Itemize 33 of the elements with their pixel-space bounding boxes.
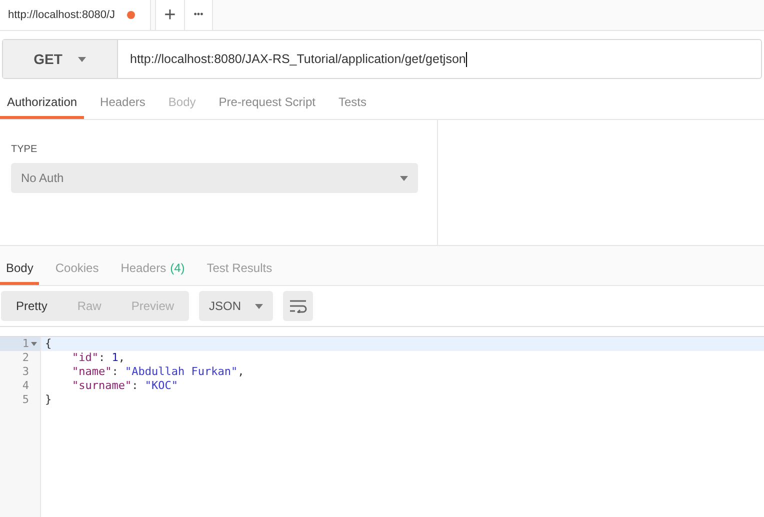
more-button[interactable]: ••• xyxy=(185,0,213,30)
view-mode-button[interactable]: Pretty xyxy=(1,291,62,321)
line-number: 1 xyxy=(22,336,29,352)
type-label: TYPE xyxy=(11,143,38,157)
response-tab[interactable]: Test Results xyxy=(200,254,278,285)
view-mode-button[interactable]: Raw xyxy=(62,291,116,321)
request-section-tab[interactable]: Tests xyxy=(331,88,374,119)
format-dropdown[interactable]: JSON xyxy=(199,291,274,321)
line-number: 3 xyxy=(22,364,29,380)
code-line: "id": 1, xyxy=(71,350,125,366)
tab-title: http://localhost:8080/J xyxy=(8,8,116,23)
caret-icon xyxy=(400,176,408,180)
response-tab[interactable]: Body xyxy=(0,254,40,285)
code-line: "name": "Abdullah Furkan", xyxy=(71,364,244,380)
code-line: { xyxy=(45,336,52,352)
request-section-tab[interactable]: Headers xyxy=(93,88,152,119)
request-tab[interactable]: http://localhost:8080/J xyxy=(0,0,151,30)
response-tab[interactable]: Cookies xyxy=(49,254,105,285)
code-line: } xyxy=(45,392,52,408)
view-mode-button[interactable]: Preview xyxy=(116,291,190,321)
fold-caret-icon[interactable] xyxy=(31,342,37,346)
wrap-button[interactable] xyxy=(283,291,314,321)
request-section-tab[interactable]: Pre-request Script xyxy=(212,88,322,119)
response-tab[interactable]: Headers (4) xyxy=(114,254,191,285)
line-number: 4 xyxy=(22,378,29,394)
caret-icon xyxy=(255,304,264,308)
auth-type-dropdown[interactable]: No Auth xyxy=(11,163,418,193)
new-tab-button[interactable]: + xyxy=(155,0,185,30)
wrap-lines-icon xyxy=(289,299,308,313)
line-number: 2 xyxy=(22,350,29,366)
line-number: 5 xyxy=(22,392,29,408)
code-line: "surname": "KOC" xyxy=(71,378,178,394)
request-section-tab[interactable]: Authorization xyxy=(0,88,84,119)
